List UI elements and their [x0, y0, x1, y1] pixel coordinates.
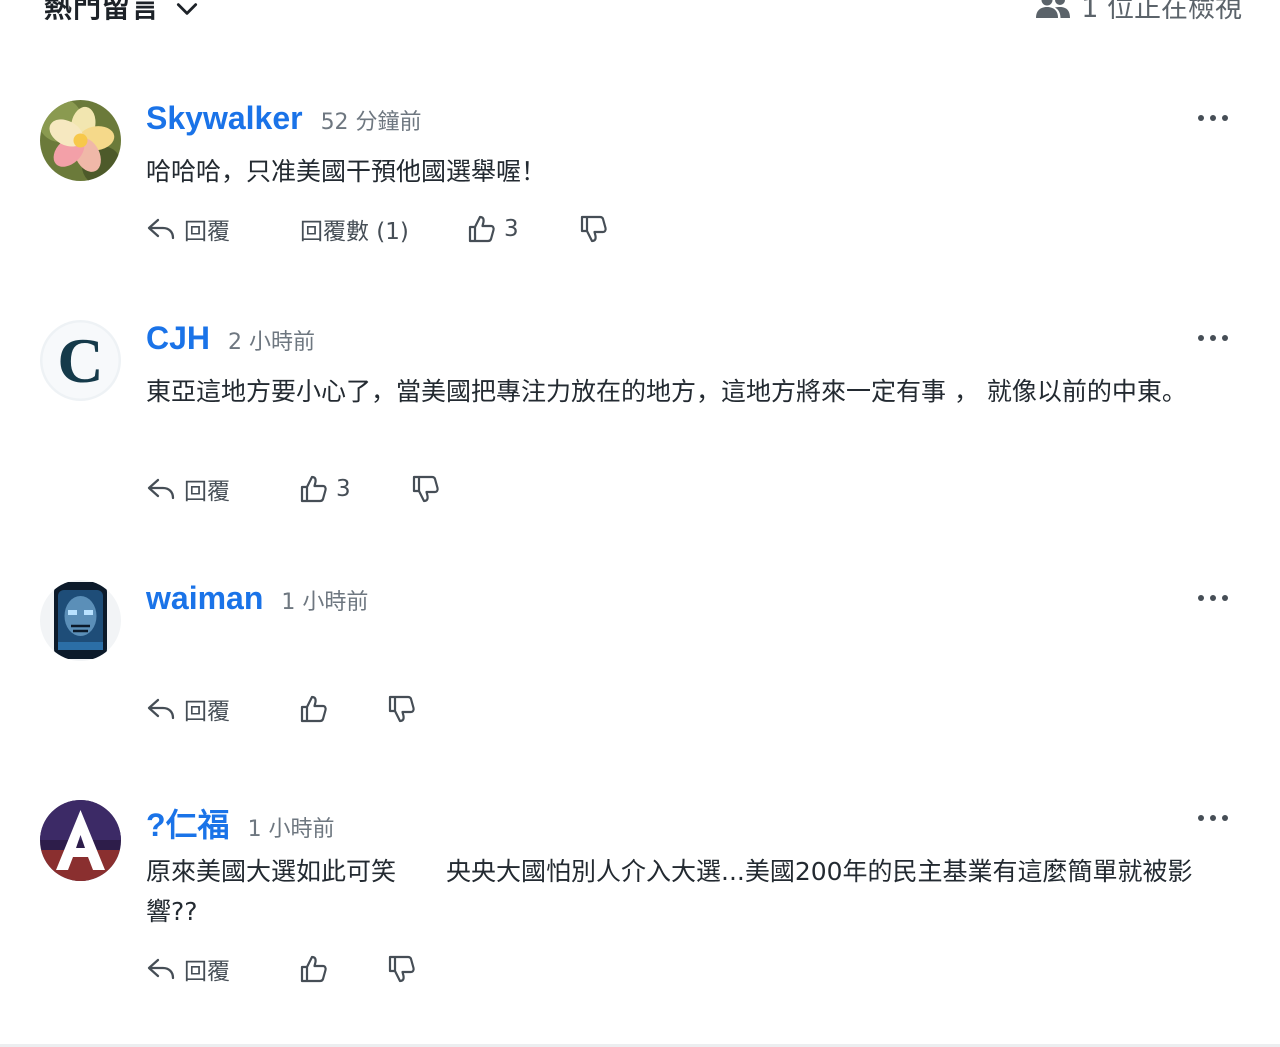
thumbs-up-icon — [300, 695, 327, 723]
author-name[interactable]: Skywalker — [146, 100, 303, 137]
comments-header: 熱門留言 1 位正在檢視 — [0, 0, 1280, 26]
viewer-count: 1 位正在檢視 — [1035, 0, 1242, 25]
reply-label: 回覆 — [184, 219, 230, 245]
dislike-button[interactable] — [386, 692, 416, 726]
thumbs-up-icon — [300, 475, 327, 503]
like-button[interactable]: 3 — [298, 472, 351, 506]
dislike-button[interactable] — [578, 212, 608, 246]
replies-count-label: 回覆數 (1) — [300, 219, 409, 245]
reply-button[interactable]: 回覆 — [146, 692, 230, 726]
more-options-icon[interactable] — [1198, 110, 1228, 126]
sort-dropdown[interactable]: 熱門留言 — [44, 0, 200, 26]
reply-label: 回覆 — [184, 699, 230, 725]
comment-time: 1 小時前 — [247, 817, 335, 842]
flower-avatar-image — [40, 100, 121, 181]
avatar[interactable] — [40, 580, 121, 661]
letter-a-avatar-image — [40, 800, 121, 881]
thumbs-down-icon — [388, 695, 415, 723]
people-icon — [1036, 0, 1071, 18]
reply-icon — [147, 218, 175, 240]
reply-label: 回覆 — [184, 479, 230, 505]
letter-c-avatar-image: C — [40, 320, 121, 401]
viewer-count-text: 1 位正在檢視 — [1081, 0, 1242, 24]
reply-icon — [147, 478, 175, 500]
comment-time: 1 小時前 — [281, 590, 369, 615]
thumbs-down-icon — [388, 955, 415, 983]
more-options-icon[interactable] — [1198, 590, 1228, 606]
reply-label: 回覆 — [184, 959, 230, 985]
author-name[interactable]: CJH — [146, 320, 210, 357]
like-button[interactable] — [298, 952, 336, 986]
avatar[interactable]: C — [40, 320, 121, 401]
thumbs-up-icon — [300, 955, 327, 983]
comment-time: 2 小時前 — [228, 330, 316, 355]
like-count: 3 — [504, 216, 519, 242]
comment-text: 哈哈哈，只准美國干預他國選舉喔！ — [146, 157, 547, 186]
robot-avatar-image — [40, 580, 121, 661]
thumbs-down-icon — [412, 475, 439, 503]
comment-time: 52 分鐘前 — [320, 110, 422, 135]
reply-icon — [147, 698, 175, 720]
like-button[interactable] — [298, 692, 336, 726]
sort-label: 熱門留言 — [44, 0, 161, 24]
reply-button[interactable]: 回覆 — [146, 212, 230, 246]
comment-text: 東亞這地方要小心了，當美國把專注力放在的地方，這地方將來一定有事 ， 就像以前的… — [146, 377, 1187, 406]
avatar[interactable] — [40, 800, 121, 881]
reply-icon — [147, 958, 175, 980]
comment-text: 原來美國大選如此可笑 央央大國怕別人介入大選...美國200年的民主基業有這麼簡… — [146, 857, 1193, 926]
avatar[interactable] — [40, 100, 121, 181]
view-replies-button[interactable]: 回覆數 (1) — [300, 212, 409, 246]
like-count: 3 — [336, 476, 351, 502]
author-name[interactable]: waiman — [146, 580, 263, 617]
svg-text:C: C — [57, 325, 103, 396]
thumbs-up-icon — [468, 215, 495, 243]
more-options-icon[interactable] — [1198, 330, 1228, 346]
chevron-down-icon — [176, 3, 198, 15]
more-options-icon[interactable] — [1198, 810, 1228, 826]
dislike-button[interactable] — [386, 952, 416, 986]
reply-button[interactable]: 回覆 — [146, 472, 230, 506]
dislike-button[interactable] — [410, 472, 440, 506]
reply-button[interactable]: 回覆 — [146, 952, 230, 986]
author-name[interactable]: ?仁福 — [146, 800, 230, 846]
like-button[interactable]: 3 — [466, 212, 519, 246]
thumbs-down-icon — [580, 215, 607, 243]
